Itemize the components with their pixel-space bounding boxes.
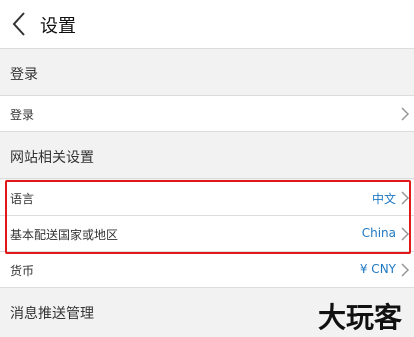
page-title: 设置 xyxy=(40,16,76,37)
language-label: 语言 xyxy=(10,192,35,206)
chevron-right-icon xyxy=(401,107,410,121)
section-site-settings: 网站相关设置 xyxy=(0,133,414,179)
chevron-right-icon xyxy=(401,263,410,277)
login-row-label: 登录 xyxy=(10,108,35,122)
ship-to-row[interactable]: 基本配送国家或地区 China xyxy=(0,216,414,252)
top-bar: 设置 xyxy=(0,0,414,49)
chevron-right-icon xyxy=(401,227,410,241)
section-login-title: 登录 xyxy=(10,67,38,83)
login-row[interactable]: 登录 xyxy=(0,96,414,132)
ship-to-value: China xyxy=(361,226,396,240)
currency-row[interactable]: 货币 ¥ CNY xyxy=(0,252,414,288)
watermark-logo: 大玩客 xyxy=(318,301,403,334)
currency-label: 货币 xyxy=(10,264,35,278)
settings-page: 设置 登录 登录 网站相关设置 语言 中文 基本配送国家或地区 China 货币… xyxy=(0,0,414,337)
chevron-right-icon xyxy=(401,191,410,205)
chevron-left-icon xyxy=(12,12,25,36)
back-button[interactable] xyxy=(6,8,34,40)
section-site-settings-title: 网站相关设置 xyxy=(10,150,94,166)
currency-value: ¥ CNY xyxy=(359,262,396,276)
ship-to-label: 基本配送国家或地区 xyxy=(10,228,119,242)
language-value: 中文 xyxy=(371,192,396,206)
section-push-title: 消息推送管理 xyxy=(10,306,94,322)
language-row[interactable]: 语言 中文 xyxy=(0,180,414,216)
svg-text:大玩客: 大玩客 xyxy=(318,301,403,334)
section-login: 登录 xyxy=(0,50,414,96)
